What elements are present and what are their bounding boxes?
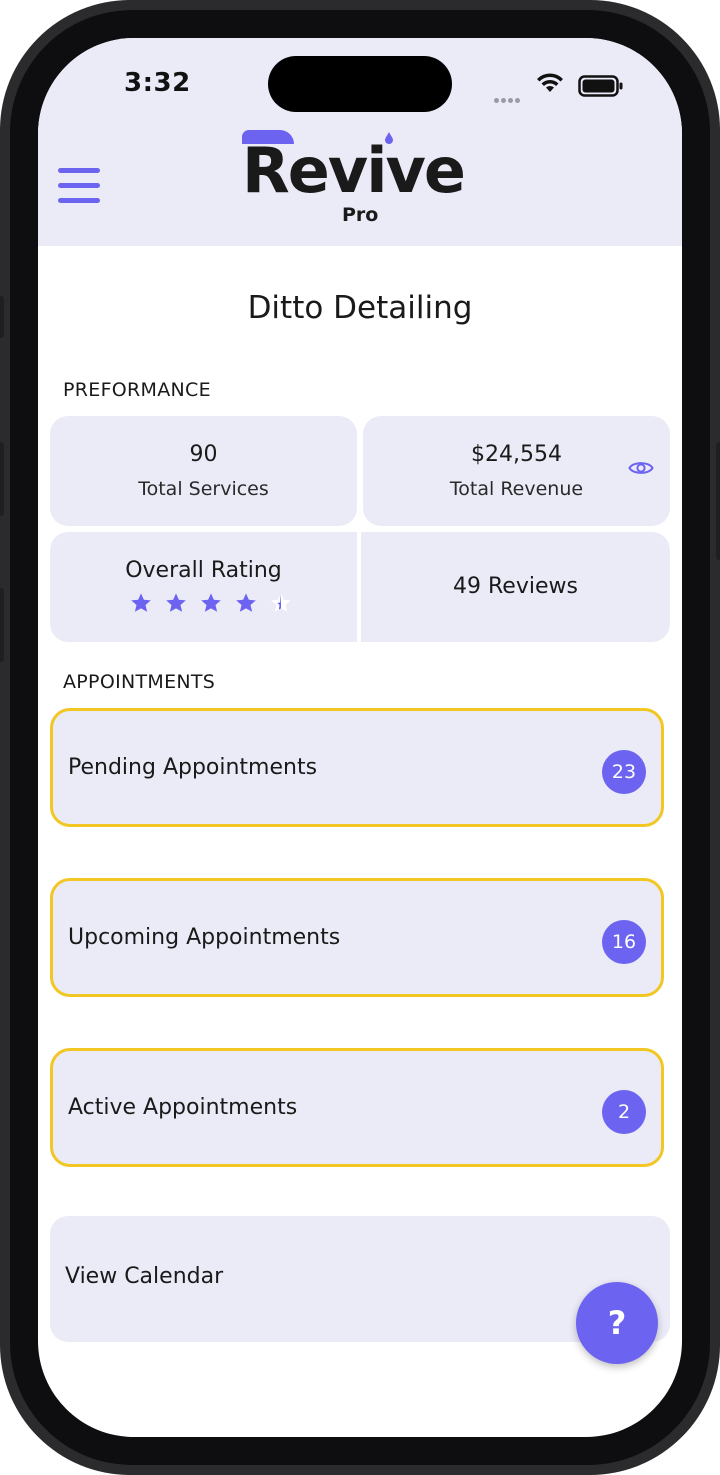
battery-icon — [578, 75, 623, 97]
reviews-count-label[interactable]: 49 Reviews — [361, 574, 670, 599]
active-count-badge: 2 — [602, 1090, 646, 1134]
star-icon — [165, 592, 187, 618]
pending-count-badge: 23 — [602, 750, 646, 794]
eye-icon[interactable] — [628, 459, 654, 477]
pending-appointments-button[interactable]: Pending Appointments 23 — [50, 708, 664, 827]
appointments-section-label: APPOINTMENTS — [63, 671, 216, 693]
page-title: Ditto Detailing — [247, 290, 473, 326]
logo-wordmark: Revive — [242, 134, 466, 207]
hamburger-menu-icon[interactable] — [58, 168, 100, 204]
star-icon — [235, 592, 257, 618]
status-time: 3:32 — [124, 68, 191, 98]
total-services-label: Total Services — [138, 478, 269, 500]
cellular-signal-icon — [494, 88, 522, 107]
overall-rating-card: Overall Rating — [50, 532, 357, 642]
wifi-icon — [537, 73, 563, 92]
total-services-card: 90 Total Services — [50, 416, 357, 526]
reviews-card[interactable]: 49 Reviews — [361, 532, 670, 642]
app-screen: 3:32 Revive Pro Ditto Detailing PREFORMA… — [38, 38, 682, 1437]
power-button — [716, 442, 720, 560]
upcoming-appointments-label: Upcoming Appointments — [68, 925, 341, 950]
logo-accent — [242, 130, 294, 144]
pending-appointments-label: Pending Appointments — [68, 755, 318, 780]
dynamic-island — [268, 56, 452, 112]
help-button[interactable]: ? — [576, 1282, 658, 1364]
logo-subtitle: Pro — [342, 204, 379, 226]
mute-switch — [0, 296, 4, 338]
rating-stars — [130, 592, 300, 618]
phone-frame: 3:32 Revive Pro Ditto Detailing PREFORMA… — [0, 0, 720, 1475]
droplet-icon — [385, 132, 393, 144]
volume-up-button — [0, 442, 4, 516]
app-logo: Revive Pro — [238, 126, 488, 226]
volume-down-button — [0, 588, 4, 662]
star-icon — [200, 592, 222, 618]
total-revenue-label: Total Revenue — [449, 478, 584, 500]
active-appointments-button[interactable]: Active Appointments 2 — [50, 1048, 664, 1167]
total-revenue-value: $24,554 — [471, 442, 562, 467]
active-appointments-label: Active Appointments — [68, 1095, 298, 1120]
star-icon — [130, 592, 152, 618]
half-star-icon — [270, 592, 292, 618]
performance-section-label: PREFORMANCE — [63, 379, 211, 401]
upcoming-appointments-button[interactable]: Upcoming Appointments 16 — [50, 878, 664, 997]
view-calendar-label: View Calendar — [65, 1264, 224, 1289]
upcoming-count-badge: 16 — [602, 920, 646, 964]
overall-rating-label: Overall Rating — [125, 558, 282, 583]
total-services-value: 90 — [189, 442, 218, 467]
total-revenue-card: $24,554 Total Revenue — [363, 416, 670, 526]
